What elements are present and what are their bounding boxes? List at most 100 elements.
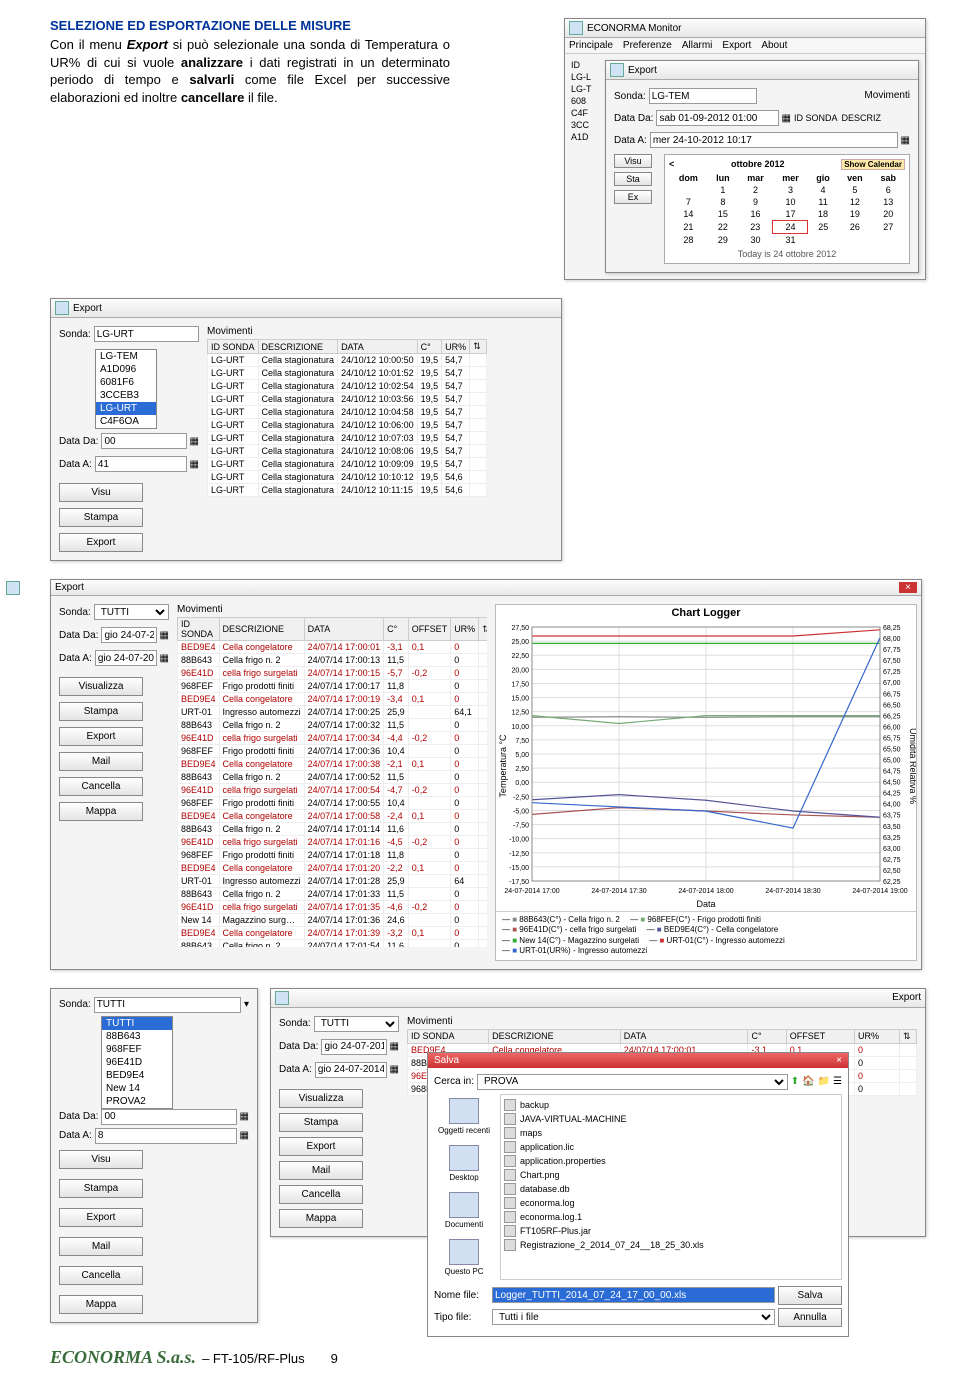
cal-icon[interactable]: ▦ [160, 630, 169, 641]
sonda-input[interactable] [94, 326, 199, 342]
button-ex[interactable]: Ex [614, 190, 652, 204]
table-row[interactable]: 96E41Dcella frigo surgelati24/07/14 17:0… [178, 667, 488, 680]
calendar-day[interactable]: 3 [773, 184, 808, 196]
cal-icon[interactable]: ▦ [160, 653, 169, 664]
table-row[interactable]: 968FEFFrigo prodotti finiti24/07/14 17:0… [178, 680, 488, 693]
button-stampa[interactable]: Stampa [279, 1113, 363, 1132]
list-item[interactable]: 6081F6 [96, 376, 156, 389]
file-item[interactable]: JAVA-VIRTUAL-MACHINE [504, 1112, 838, 1126]
table-row[interactable]: LG-URTCella stagionatura24/10/12 10:01:5… [208, 367, 487, 380]
cal-icon[interactable]: ▦ [190, 459, 199, 470]
show-calendar-button[interactable]: Show Calendar [841, 159, 905, 170]
list-item[interactable]: BED9E4 [102, 1069, 172, 1082]
cal-icon[interactable]: ▦ [782, 113, 791, 124]
calendar-day[interactable]: 10 [773, 196, 808, 208]
file-item[interactable]: database.db [504, 1182, 838, 1196]
calendar-day[interactable]: 23 [738, 221, 773, 234]
calendar-day[interactable]: 22 [708, 221, 738, 234]
button-export[interactable]: Export [279, 1137, 363, 1156]
table-row[interactable]: LG-URTCella stagionatura24/10/12 10:03:5… [208, 393, 487, 406]
cal-icon[interactable]: ▦ [901, 135, 910, 146]
calendar-day[interactable]: 6 [872, 184, 905, 196]
calendar-day[interactable]: 11 [808, 196, 838, 208]
file-item[interactable]: econorma.log.1 [504, 1210, 838, 1224]
calendar-day[interactable]: 8 [708, 196, 738, 208]
prev-month-icon[interactable]: < [669, 159, 674, 170]
button-stampa[interactable]: Stampa [59, 1179, 143, 1198]
save-button[interactable]: Salva [778, 1286, 842, 1305]
calendar[interactable]: <ottobre 2012Show Calendar domlunmarmerg… [664, 154, 910, 264]
list-item[interactable]: 88B643 [102, 1030, 172, 1043]
table-row[interactable]: 88B643Cella frigo n. 224/07/14 17:01:541… [178, 940, 488, 948]
sonda-dropdown[interactable]: TUTTI88B643968FEF96E41DBED9E4New 14PROVA… [101, 1016, 173, 1109]
datada-input[interactable] [101, 627, 156, 643]
file-item[interactable]: econorma.log [504, 1196, 838, 1210]
sonda-select[interactable] [649, 88, 757, 104]
calendar-day[interactable]: 17 [773, 208, 808, 221]
data-table[interactable]: ID SONDADESCRIZIONEDATAC°UR%⇅LG-URTCella… [207, 339, 487, 497]
table-row[interactable]: BED9E4Cella congelatore24/07/14 17:01:39… [178, 927, 488, 940]
datada-input[interactable] [656, 110, 778, 126]
table-row[interactable]: 88B643Cella frigo n. 224/07/14 17:00:131… [178, 654, 488, 667]
datada-input[interactable] [321, 1039, 386, 1055]
button-visu[interactable]: Visu [59, 1150, 143, 1169]
dataa-input[interactable] [95, 1128, 237, 1144]
places-icon[interactable]: Oggetti recenti [438, 1098, 490, 1135]
datada-input[interactable] [101, 433, 186, 449]
button-stampa[interactable]: Stampa [59, 702, 143, 721]
dataa-input[interactable] [315, 1062, 387, 1078]
list-item[interactable]: 968FEF [102, 1043, 172, 1056]
calendar-day[interactable]: 28 [669, 234, 708, 247]
calendar-day[interactable]: 31 [773, 234, 808, 247]
list-item[interactable]: TUTTI [102, 1017, 172, 1030]
table-row[interactable]: LG-URTCella stagionatura24/10/12 10:08:0… [208, 445, 487, 458]
dataa-input[interactable] [650, 132, 898, 148]
button-export[interactable]: Export [59, 727, 143, 746]
menu-item[interactable]: Principale [569, 40, 613, 51]
table-row[interactable]: LG-URTCella stagionatura24/10/12 10:04:5… [208, 406, 487, 419]
table-row[interactable]: BED9E4Cella congelatore24/07/14 17:00:38… [178, 758, 488, 771]
calendar-day[interactable] [872, 234, 905, 247]
calendar-day[interactable]: 9 [738, 196, 773, 208]
calendar-day[interactable]: 4 [808, 184, 838, 196]
table-row[interactable]: 88B643Cella frigo n. 224/07/14 17:00:521… [178, 771, 488, 784]
calendar-day[interactable]: 21 [669, 221, 708, 234]
list-item[interactable]: PROVA2 [102, 1095, 172, 1108]
home-icon[interactable]: 🏠 [802, 1076, 814, 1087]
button-sta[interactable]: Sta [614, 172, 652, 186]
places-icon[interactable]: Questo PC [438, 1239, 490, 1276]
calendar-day[interactable]: 29 [708, 234, 738, 247]
button-cancella[interactable]: Cancella [279, 1185, 363, 1204]
table-row[interactable]: 968FEFFrigo prodotti finiti24/07/14 17:0… [178, 745, 488, 758]
calendar-day[interactable]: 30 [738, 234, 773, 247]
list-item[interactable]: 96E41D [102, 1056, 172, 1069]
calendar-day[interactable]: 24 [773, 221, 808, 234]
datada-input[interactable] [101, 1109, 236, 1125]
table-row[interactable]: LG-URTCella stagionatura24/10/12 10:10:1… [208, 471, 487, 484]
filename-input[interactable] [492, 1287, 775, 1303]
table-row[interactable]: BED9E4Cella congelatore24/07/14 17:01:20… [178, 862, 488, 875]
list-item[interactable]: C4F6OA [96, 415, 156, 428]
calendar-day[interactable] [838, 234, 871, 247]
file-item[interactable]: Registrazione_2_2014_07_24__18_25_30.xls [504, 1238, 838, 1252]
button-visualizza[interactable]: Visualizza [279, 1089, 363, 1108]
button-mappa[interactable]: Mappa [59, 1295, 143, 1314]
menu-item[interactable]: Export [722, 40, 751, 51]
button-visu[interactable]: Visu [614, 154, 652, 168]
button-visu[interactable]: Visu [59, 483, 143, 502]
button-stampa[interactable]: Stampa [59, 508, 143, 527]
sonda-input[interactable] [94, 997, 241, 1013]
calendar-day[interactable]: 27 [872, 221, 905, 234]
button-export[interactable]: Export [59, 1208, 143, 1227]
table-row[interactable]: 88B643Cella frigo n. 224/07/14 17:01:141… [178, 823, 488, 836]
file-item[interactable]: FT105RF-Plus.jar [504, 1224, 838, 1238]
places-icon[interactable]: Documenti [438, 1192, 490, 1229]
file-item[interactable]: maps [504, 1126, 838, 1140]
file-item[interactable]: Chart.png [504, 1168, 838, 1182]
table-row[interactable]: LG-URTCella stagionatura24/10/12 10:09:0… [208, 458, 487, 471]
file-item[interactable]: application.properties [504, 1154, 838, 1168]
calendar-day[interactable]: 7 [669, 196, 708, 208]
calendar-day[interactable] [808, 234, 838, 247]
menu-item[interactable]: About [761, 40, 787, 51]
places-icon[interactable]: Desktop [438, 1145, 490, 1182]
